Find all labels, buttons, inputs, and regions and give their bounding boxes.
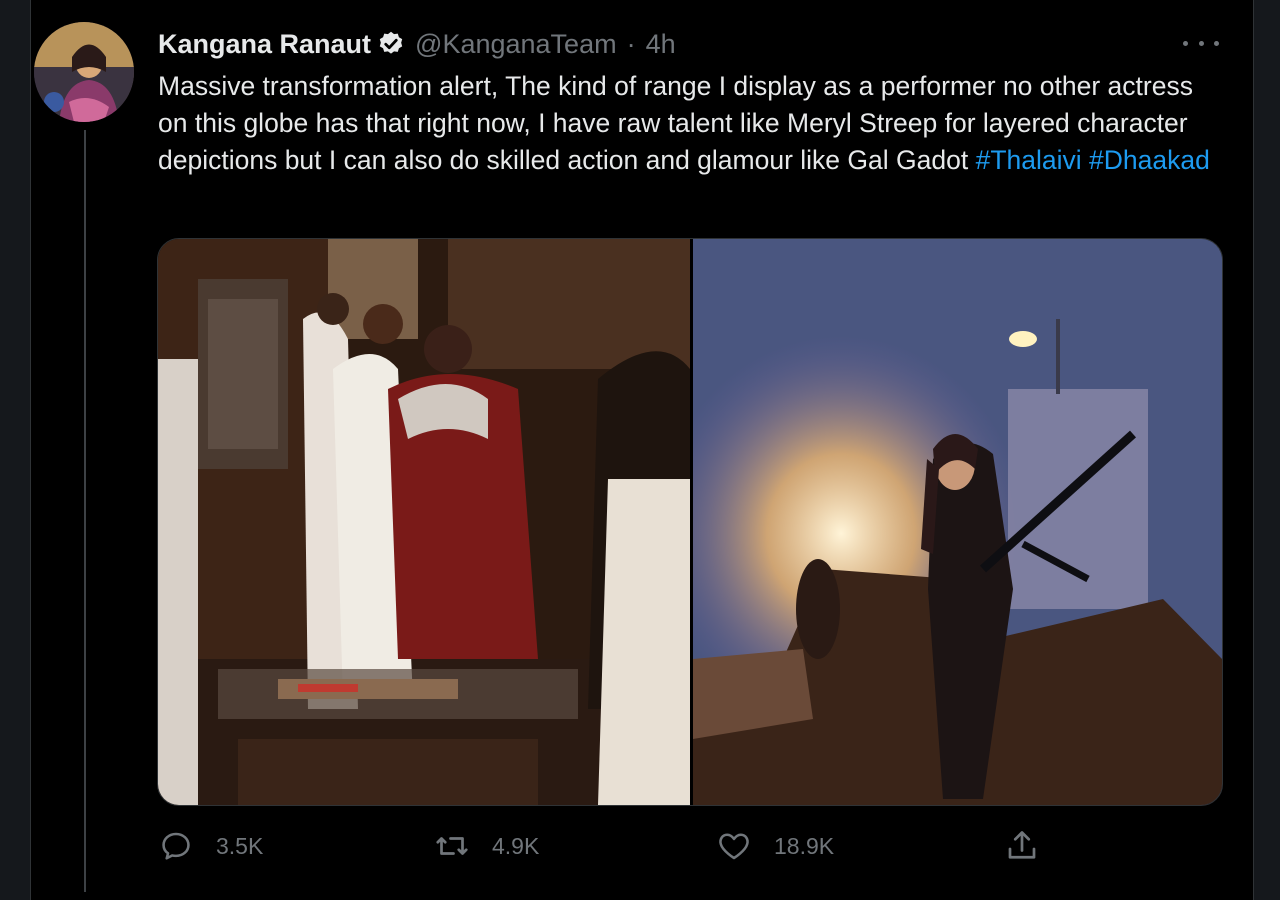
hashtag-dhaakad[interactable]: #Dhaakad	[1089, 145, 1210, 175]
photo-thalaivi[interactable]	[158, 239, 690, 805]
author-name[interactable]: Kangana Ranaut	[158, 29, 371, 60]
share-button[interactable]	[1004, 826, 1040, 866]
reply-icon	[162, 832, 190, 860]
tweet-actions: 3.5K 4.9K 18.9K	[158, 826, 1058, 866]
tweet-text: Massive transformation alert, The kind o…	[158, 68, 1218, 179]
tweet-header: Kangana Ranaut @KanganaTeam · 4h	[158, 26, 676, 62]
window-frame: Kangana Ranaut @KanganaTeam · 4h Massive…	[0, 0, 1280, 900]
thread-line	[84, 130, 86, 892]
reply-count: 3.5K	[216, 832, 264, 859]
heart-icon	[719, 833, 749, 860]
verified-badge-icon	[377, 30, 405, 58]
avatar-image	[34, 22, 134, 122]
like-count: 18.9K	[774, 832, 835, 859]
media-grid	[157, 238, 1223, 806]
separator-dot: ·	[626, 28, 636, 59]
avatar[interactable]	[34, 22, 134, 122]
reply-button[interactable]: 3.5K	[158, 826, 263, 866]
retweet-button[interactable]: 4.9K	[434, 826, 539, 866]
retweet-count: 4.9K	[492, 832, 540, 859]
like-button[interactable]: 18.9K	[716, 826, 834, 866]
author-handle[interactable]: @KanganaTeam	[415, 29, 617, 60]
retweet-icon	[436, 837, 468, 855]
photo-dhaakad[interactable]	[693, 239, 1222, 805]
tweet-time[interactable]: 4h	[646, 29, 676, 60]
share-icon	[1008, 831, 1036, 859]
hashtag-thalaivi[interactable]: #Thalaivi	[976, 145, 1082, 175]
more-options-icon[interactable]	[1183, 30, 1219, 56]
